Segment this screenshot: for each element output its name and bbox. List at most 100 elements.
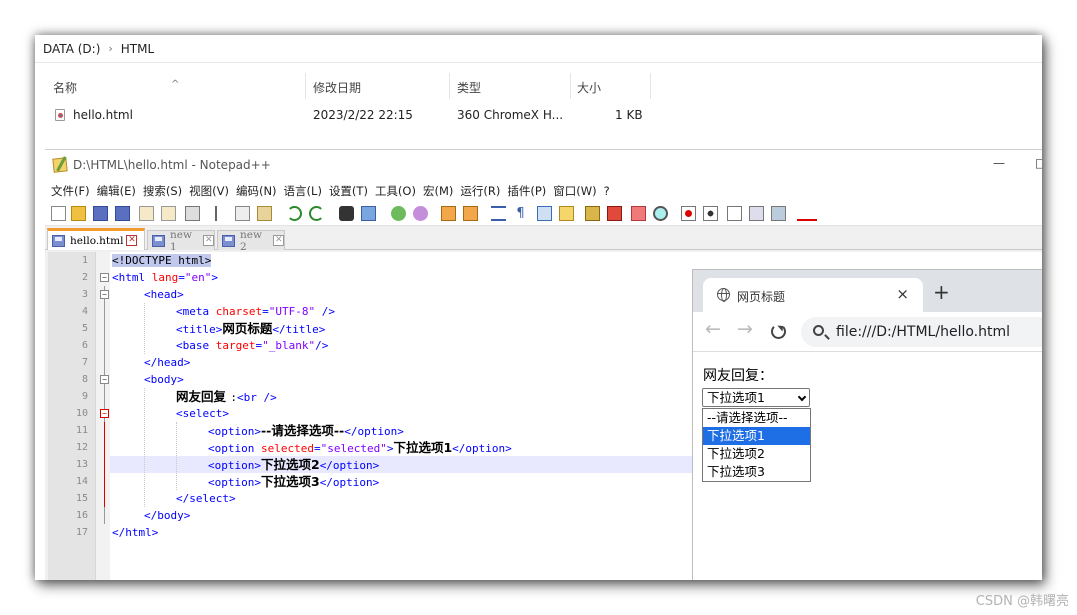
breadcrumb-folder[interactable]: HTML: [121, 42, 154, 56]
save-macro-icon[interactable]: [771, 206, 786, 221]
save-all-icon[interactable]: [115, 206, 130, 221]
replace-icon[interactable]: [361, 206, 376, 221]
column-modified[interactable]: 修改日期: [313, 79, 361, 96]
sync-horizontal-icon[interactable]: [463, 206, 478, 221]
forward-arrow-icon[interactable]: →: [737, 318, 753, 340]
column-size[interactable]: 大小: [577, 79, 601, 96]
attr-value: "UTF-8": [268, 305, 316, 318]
stop-macro-icon[interactable]: [703, 206, 718, 221]
cut-icon[interactable]: [215, 206, 230, 221]
tab-label: new 1: [170, 228, 192, 253]
monitoring-icon[interactable]: [653, 206, 668, 221]
url-text[interactable]: file:///D:/HTML/hello.html: [836, 324, 1010, 340]
browser-tab[interactable]: 网页标题 ×: [703, 278, 923, 312]
reload-icon[interactable]: [771, 324, 786, 339]
find-icon[interactable]: [339, 206, 354, 221]
tab-hello-html[interactable]: hello.html ✕: [47, 228, 145, 250]
folder-workspace-icon[interactable]: [631, 206, 646, 221]
menu-edit[interactable]: 编辑(E): [97, 183, 143, 199]
close-tab-icon[interactable]: ✕: [203, 235, 214, 246]
menu-search[interactable]: 搜索(S): [143, 183, 189, 199]
dropdown-select[interactable]: 下拉选项1: [702, 388, 810, 407]
indent-guide-icon[interactable]: [537, 206, 552, 221]
dropdown-option[interactable]: 下拉选项3: [703, 463, 810, 481]
record-macro-icon[interactable]: [681, 206, 696, 221]
column-type[interactable]: 类型: [457, 79, 481, 96]
function-list-icon[interactable]: [607, 206, 622, 221]
play-macro-icon[interactable]: [727, 206, 742, 221]
tab-new-2[interactable]: new 2 ✕: [217, 229, 285, 253]
saved-disk-icon: [52, 235, 65, 247]
spell-check-icon[interactable]: [797, 206, 817, 221]
menu-tools[interactable]: 工具(O): [375, 183, 423, 199]
column-divider[interactable]: [650, 73, 651, 99]
tab-new-1[interactable]: new 1 ✕: [147, 228, 215, 253]
paste-icon[interactable]: [257, 206, 272, 221]
dropdown-option-highlighted[interactable]: 下拉选项1: [703, 427, 810, 445]
dropdown-option[interactable]: 下拉选项2: [703, 445, 810, 463]
menu-run[interactable]: 运行(R): [460, 183, 507, 199]
user-language-icon[interactable]: [559, 206, 574, 221]
new-file-icon[interactable]: [51, 206, 66, 221]
close-all-icon[interactable]: [161, 206, 176, 221]
new-tab-button[interactable]: +: [933, 280, 950, 304]
indent-guide: [144, 388, 145, 507]
tag: <body>: [144, 373, 184, 386]
menu-file[interactable]: 文件(F): [51, 183, 97, 199]
code-line-9: 网友回复 :<br />: [176, 388, 277, 405]
address-bar[interactable]: file:///D:/HTML/hello.html: [801, 317, 1042, 347]
menu-encoding[interactable]: 编码(N): [236, 183, 284, 199]
document-map-icon[interactable]: [585, 206, 600, 221]
breadcrumb-drive[interactable]: DATA (D:): [43, 42, 100, 56]
fold-toggle[interactable]: −: [100, 273, 109, 282]
column-divider[interactable]: [449, 73, 450, 99]
menu-plugins[interactable]: 插件(P): [507, 183, 553, 199]
copy-icon[interactable]: [235, 206, 250, 221]
menu-language[interactable]: 语言(L): [284, 183, 329, 199]
breadcrumb: DATA (D:) › HTML: [35, 35, 1042, 63]
fold-toggle[interactable]: −: [100, 290, 109, 299]
file-row[interactable]: hello.html 2023/2/22 22:15 360 ChromeX H…: [35, 103, 1042, 127]
code-line-8: <body>: [144, 371, 184, 388]
run-macro-multiple-icon[interactable]: [749, 206, 764, 221]
menu-macro[interactable]: 宏(M): [423, 183, 460, 199]
attr: charset: [215, 305, 263, 318]
code-line-4: <meta charset="UTF-8" />: [176, 303, 335, 320]
word-wrap-icon[interactable]: [491, 206, 506, 221]
zoom-out-icon[interactable]: [413, 206, 428, 221]
tag: <head>: [144, 288, 184, 301]
undo-icon[interactable]: [287, 206, 302, 221]
redo-icon[interactable]: [309, 206, 324, 221]
menu-view[interactable]: 视图(V): [189, 183, 236, 199]
tag: =: [313, 442, 321, 455]
tag: =: [178, 271, 185, 284]
code-line-14: <option>下拉选项3</option>: [208, 473, 379, 490]
dropdown-option[interactable]: --请选择选项--: [703, 409, 810, 427]
open-folder-icon[interactable]: [71, 206, 86, 221]
menu-window[interactable]: 窗口(W): [553, 183, 603, 199]
text: --请选择选项--: [260, 423, 345, 438]
chevron-down-icon: [797, 392, 807, 402]
column-divider[interactable]: [570, 73, 571, 99]
close-icon[interactable]: ×: [896, 285, 909, 303]
close-tab-icon[interactable]: ✕: [273, 235, 284, 246]
tag: <html: [112, 271, 152, 284]
column-divider[interactable]: [305, 73, 306, 99]
back-arrow-icon[interactable]: ←: [705, 318, 721, 340]
save-icon[interactable]: [93, 206, 108, 221]
menu-help[interactable]: ?: [604, 184, 617, 198]
maximize-button[interactable]: □: [1035, 156, 1042, 170]
close-file-icon[interactable]: [139, 206, 154, 221]
menu-settings[interactable]: 设置(T): [329, 183, 375, 199]
print-icon[interactable]: [185, 206, 200, 221]
fold-toggle[interactable]: −: [100, 375, 109, 384]
minimize-button[interactable]: —: [993, 156, 1005, 170]
close-tab-icon[interactable]: ✕: [126, 235, 138, 246]
show-all-chars-icon[interactable]: ¶: [513, 206, 528, 221]
tag: <title>: [176, 323, 223, 336]
zoom-in-icon[interactable]: [391, 206, 406, 221]
column-name[interactable]: 名称: [53, 79, 77, 96]
line-number: 11: [75, 425, 88, 436]
fold-toggle[interactable]: −: [100, 409, 109, 418]
sync-vertical-icon[interactable]: [441, 206, 456, 221]
